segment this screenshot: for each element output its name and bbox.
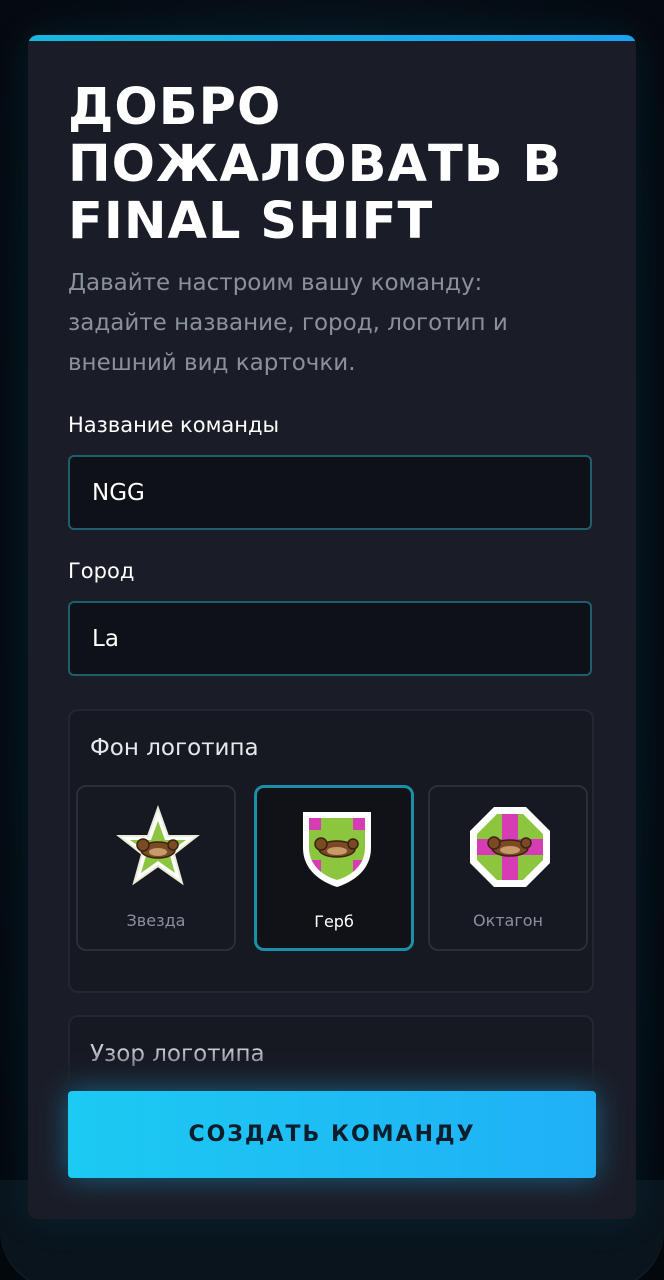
logo-option-star[interactable]: Звезда — [76, 785, 236, 951]
onboarding-card: ДОБРО ПОЖАЛОВАТЬ В FINAL SHIFT Давайте н… — [28, 35, 636, 1219]
city-value: La — [92, 625, 119, 652]
logo-option-shield[interactable]: Герб — [254, 785, 414, 951]
shield-logo-icon — [303, 812, 371, 887]
logo-background-panel: Фон логотипа Звезда Герб Октагон — [68, 709, 594, 993]
page-title: ДОБРО ПОЖАЛОВАТЬ В FINAL SHIFT — [68, 78, 563, 251]
card-accent-bar — [28, 35, 636, 41]
app-screen: ДОБРО ПОЖАЛОВАТЬ В FINAL SHIFT Давайте н… — [0, 0, 664, 1280]
city-label: Город — [68, 559, 135, 583]
logo-background-title: Фон логотипа — [90, 735, 259, 761]
city-input[interactable]: La — [68, 601, 592, 676]
team-name-label: Название команды — [68, 413, 280, 437]
logo-option-octagon-label: Октагон — [472, 911, 544, 930]
team-name-input[interactable]: NGG — [68, 455, 592, 530]
logo-option-shield-label: Герб — [314, 912, 354, 931]
star-logo-icon — [116, 805, 200, 886]
page-subtitle: Давайте настроим вашу команду: задайте н… — [68, 270, 508, 376]
logo-option-octagon[interactable]: Октагон — [428, 785, 588, 951]
create-team-button[interactable]: СОЗДАТЬ КОМАНДУ — [68, 1091, 596, 1178]
logo-option-star-label: Звезда — [126, 911, 186, 930]
team-name-value: NGG — [92, 479, 145, 506]
octagon-logo-icon — [470, 807, 550, 887]
